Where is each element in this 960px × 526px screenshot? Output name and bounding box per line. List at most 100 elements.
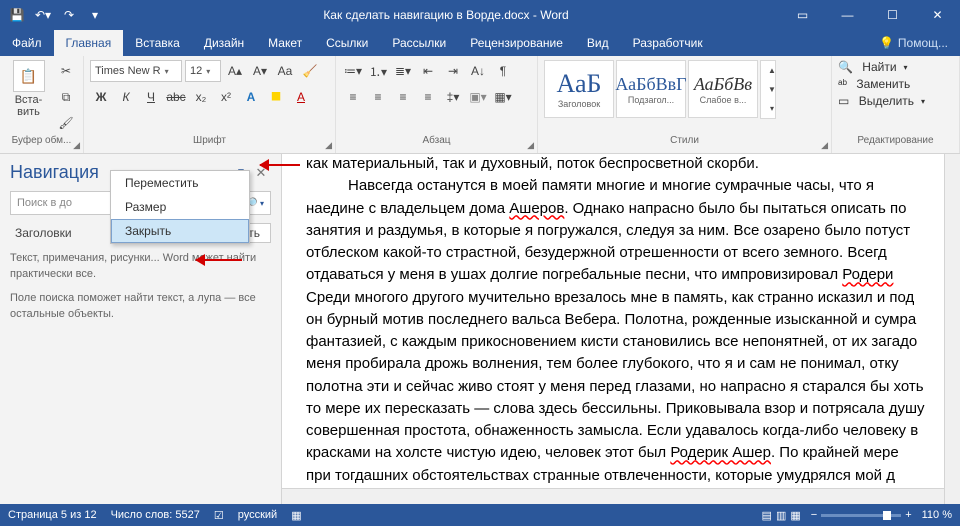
replace-label: Заменить [856,77,910,91]
find-icon: 🔍 [838,60,853,74]
underline-button[interactable]: Ч [140,86,162,108]
tab-view[interactable]: Вид [575,30,621,56]
save-icon[interactable]: 💾 [6,4,28,26]
zoom-level[interactable]: 110 % [922,509,952,521]
tab-insert[interactable]: Вставка [123,30,192,56]
undo-icon[interactable]: ↶▾ [32,4,54,26]
qat-more-icon[interactable]: ▾ [84,4,106,26]
paste-button[interactable]: 📋 Вста-вить [6,60,51,118]
styles-launcher-icon[interactable]: ◢ [821,140,828,151]
subscript-button[interactable]: x₂ [190,86,212,108]
horizontal-scrollbar[interactable] [282,488,944,504]
font-name-input[interactable]: Times New R [90,60,182,82]
styles-gallery[interactable]: АаБ Заголовок АаБбВвГ Подзагол... АаБбВв… [544,60,776,119]
numbering-button[interactable]: ⒈▾ [367,60,389,82]
find-button[interactable]: 🔍 Найти▾ [838,60,908,74]
maximize-icon[interactable]: ☐ [870,0,915,30]
status-words[interactable]: Число слов: 5527 [111,509,200,521]
status-macro-icon[interactable]: ▦ [291,509,301,522]
grow-font-button[interactable]: A▴ [224,60,246,82]
format-painter-button[interactable]: 🖌 [55,112,77,134]
status-lang[interactable]: русский [238,509,277,521]
paste-label: Вста-вить [6,94,51,118]
bullets-button[interactable]: ≔▾ [342,60,364,82]
view-print-icon[interactable]: ▥ [776,509,786,522]
strike-button[interactable]: abc [165,86,187,108]
replace-button[interactable]: ᵃᵇ Заменить [838,77,910,91]
doc-line: фантазией, с каждым прикосновением кисти… [306,332,940,352]
highlight-button[interactable]: ⯀ [265,86,287,108]
style-subheading[interactable]: АаБбВвГ Подзагол... [616,60,686,118]
nav-tab-headings[interactable]: Заголовки [10,223,77,243]
style-heading[interactable]: АаБ Заголовок [544,60,614,118]
close-window-icon[interactable]: ✕ [915,0,960,30]
borders-button[interactable]: ▦▾ [492,86,514,108]
menu-item-size[interactable]: Размер [111,195,249,219]
align-center-button[interactable]: ≡ [367,86,389,108]
group-label: Стили [544,135,825,151]
document-page[interactable]: как материальный, так и духовный, поток … [282,154,960,504]
styles-down-button[interactable]: ▼ [761,80,783,99]
select-button[interactable]: ▭ Выделить▾ [838,94,925,108]
change-case-button[interactable]: Aa [274,60,296,82]
vertical-scrollbar[interactable] [944,154,960,504]
doc-line: полотна эти и сейчас живо стоят у меня п… [306,377,940,397]
copy-button[interactable]: ⧉ [55,86,77,108]
line-spacing-button[interactable]: ‡▾ [442,86,464,108]
shrink-font-button[interactable]: A▾ [249,60,271,82]
zoom-out-button[interactable]: − [811,509,817,521]
align-left-button[interactable]: ≡ [342,86,364,108]
tab-file[interactable]: Файл [0,30,54,56]
quick-access-toolbar: 💾 ↶▾ ↷ ▾ [0,4,112,26]
status-proof[interactable]: ☑ [214,509,224,522]
menu-item-close[interactable]: Закрыть [111,219,249,243]
menu-item-move[interactable]: Переместить [111,171,249,195]
minimize-icon[interactable]: — [825,0,870,30]
font-size-input[interactable]: 12 [185,60,221,82]
tab-review[interactable]: Рецензирование [458,30,575,56]
italic-button[interactable]: К [115,86,137,108]
tab-refs[interactable]: Ссылки [314,30,380,56]
sort-button[interactable]: A↓ [467,60,489,82]
doc-line: занятия и раздумья, в которые я погружал… [306,221,940,241]
show-marks-button[interactable]: ¶ [492,60,514,82]
align-justify-button[interactable]: ≡ [417,86,439,108]
tab-tell-me[interactable]: 💡 Помощ... [867,30,960,56]
redo-icon[interactable]: ↷ [58,4,80,26]
zoom-slider[interactable] [821,514,901,517]
clear-format-button[interactable]: 🧹 [299,60,321,82]
nav-pane-menu: Переместить Размер Закрыть [110,170,250,244]
group-label: Редактирование [838,135,953,151]
zoom-in-button[interactable]: + [905,509,911,521]
doc-line: Среди многого другого мучительно врезало… [306,288,940,308]
group-label: Абзац [342,135,531,151]
font-color-button[interactable]: A [290,86,312,108]
tab-mail[interactable]: Рассылки [380,30,458,56]
para-launcher-icon[interactable]: ◢ [527,140,534,151]
font-launcher-icon[interactable]: ◢ [325,140,332,151]
multilevel-button[interactable]: ≣▾ [392,60,414,82]
tab-layout[interactable]: Макет [256,30,314,56]
tab-home[interactable]: Главная [54,30,124,56]
tab-design[interactable]: Дизайн [192,30,256,56]
view-read-icon[interactable]: ▤ [762,509,772,522]
doc-line: наедине с владельцем дома Ашеров. Однако… [306,199,940,219]
styles-more-button[interactable]: ▾ [761,99,783,118]
cut-button[interactable]: ✂ [55,60,77,82]
status-page[interactable]: Страница 5 из 12 [8,509,97,521]
bold-button[interactable]: Ж [90,86,112,108]
style-subtle[interactable]: АаБбВв Слабое в... [688,60,758,118]
styles-up-button[interactable]: ▲ [761,61,783,80]
inc-indent-button[interactable]: ⇥ [442,60,464,82]
dec-indent-button[interactable]: ⇤ [417,60,439,82]
ribbon-options-icon[interactable]: ▭ [780,0,825,30]
text-effects-button[interactable]: A [240,86,262,108]
shading-button[interactable]: ▣▾ [467,86,489,108]
tab-dev[interactable]: Разработчик [621,30,715,56]
view-web-icon[interactable]: ▦ [790,509,800,522]
align-right-button[interactable]: ≡ [392,86,414,108]
clipboard-launcher-icon[interactable]: ◢ [73,140,80,151]
group-clipboard: 📋 Вста-вить ✂ ⧉ 🖌 Буфер обм... ◢ [0,56,84,153]
style-preview: АаБбВвГ [615,74,686,95]
superscript-button[interactable]: x² [215,86,237,108]
